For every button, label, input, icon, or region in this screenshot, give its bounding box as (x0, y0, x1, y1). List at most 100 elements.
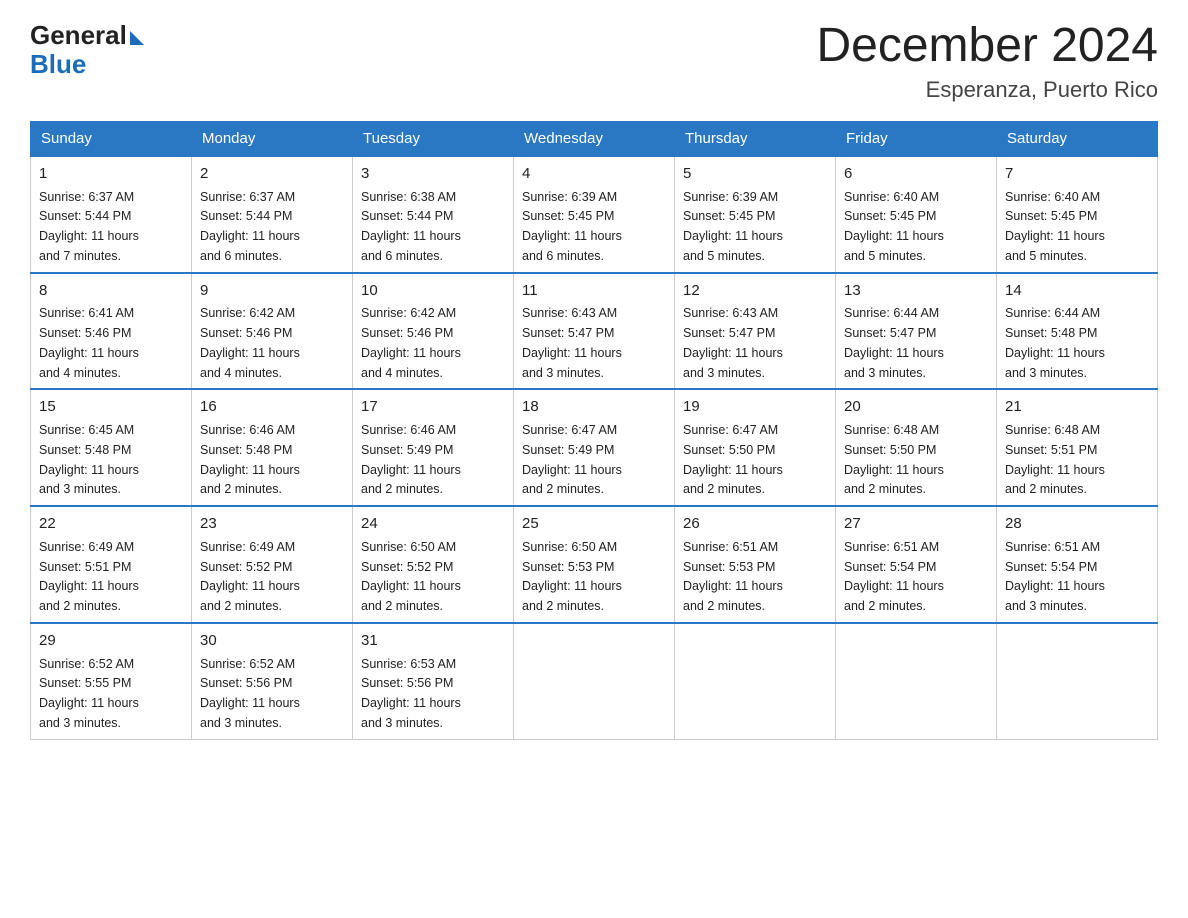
day-info: Sunrise: 6:39 AMSunset: 5:45 PMDaylight:… (522, 190, 622, 263)
calendar-cell: 1 Sunrise: 6:37 AMSunset: 5:44 PMDayligh… (31, 156, 192, 273)
day-number: 9 (200, 280, 344, 302)
calendar-cell: 22 Sunrise: 6:49 AMSunset: 5:51 PMDaylig… (31, 506, 192, 623)
calendar-week-row: 29 Sunrise: 6:52 AMSunset: 5:55 PMDaylig… (31, 623, 1158, 739)
day-number: 12 (683, 280, 827, 302)
calendar-cell: 9 Sunrise: 6:42 AMSunset: 5:46 PMDayligh… (192, 273, 353, 390)
calendar-cell: 4 Sunrise: 6:39 AMSunset: 5:45 PMDayligh… (514, 156, 675, 273)
day-number: 22 (39, 513, 183, 535)
day-info: Sunrise: 6:52 AMSunset: 5:55 PMDaylight:… (39, 657, 139, 730)
calendar-cell (836, 623, 997, 739)
calendar-week-row: 1 Sunrise: 6:37 AMSunset: 5:44 PMDayligh… (31, 156, 1158, 273)
day-info: Sunrise: 6:40 AMSunset: 5:45 PMDaylight:… (1005, 190, 1105, 263)
day-number: 26 (683, 513, 827, 535)
calendar-cell: 6 Sunrise: 6:40 AMSunset: 5:45 PMDayligh… (836, 156, 997, 273)
location-title: Esperanza, Puerto Rico (816, 77, 1158, 103)
calendar-cell: 3 Sunrise: 6:38 AMSunset: 5:44 PMDayligh… (353, 156, 514, 273)
day-info: Sunrise: 6:43 AMSunset: 5:47 PMDaylight:… (683, 306, 783, 379)
day-number: 11 (522, 280, 666, 302)
weekday-header-friday: Friday (836, 121, 997, 156)
weekday-header-tuesday: Tuesday (353, 121, 514, 156)
logo: General Blue (30, 20, 144, 80)
calendar-week-row: 22 Sunrise: 6:49 AMSunset: 5:51 PMDaylig… (31, 506, 1158, 623)
day-number: 3 (361, 163, 505, 185)
day-number: 2 (200, 163, 344, 185)
weekday-header-wednesday: Wednesday (514, 121, 675, 156)
day-number: 15 (39, 396, 183, 418)
calendar-cell: 20 Sunrise: 6:48 AMSunset: 5:50 PMDaylig… (836, 389, 997, 506)
day-number: 7 (1005, 163, 1149, 185)
day-info: Sunrise: 6:37 AMSunset: 5:44 PMDaylight:… (200, 190, 300, 263)
day-number: 27 (844, 513, 988, 535)
day-info: Sunrise: 6:51 AMSunset: 5:53 PMDaylight:… (683, 540, 783, 613)
day-info: Sunrise: 6:44 AMSunset: 5:48 PMDaylight:… (1005, 306, 1105, 379)
day-info: Sunrise: 6:40 AMSunset: 5:45 PMDaylight:… (844, 190, 944, 263)
title-section: December 2024 Esperanza, Puerto Rico (816, 20, 1158, 103)
day-info: Sunrise: 6:50 AMSunset: 5:52 PMDaylight:… (361, 540, 461, 613)
day-number: 10 (361, 280, 505, 302)
day-number: 20 (844, 396, 988, 418)
calendar-cell: 7 Sunrise: 6:40 AMSunset: 5:45 PMDayligh… (997, 156, 1158, 273)
weekday-header-thursday: Thursday (675, 121, 836, 156)
day-number: 30 (200, 630, 344, 652)
day-number: 21 (1005, 396, 1149, 418)
day-info: Sunrise: 6:42 AMSunset: 5:46 PMDaylight:… (361, 306, 461, 379)
calendar-cell: 12 Sunrise: 6:43 AMSunset: 5:47 PMDaylig… (675, 273, 836, 390)
day-number: 16 (200, 396, 344, 418)
day-info: Sunrise: 6:42 AMSunset: 5:46 PMDaylight:… (200, 306, 300, 379)
logo-arrow-icon (130, 31, 144, 45)
day-info: Sunrise: 6:46 AMSunset: 5:48 PMDaylight:… (200, 423, 300, 496)
day-info: Sunrise: 6:48 AMSunset: 5:50 PMDaylight:… (844, 423, 944, 496)
calendar-cell: 13 Sunrise: 6:44 AMSunset: 5:47 PMDaylig… (836, 273, 997, 390)
calendar-cell: 15 Sunrise: 6:45 AMSunset: 5:48 PMDaylig… (31, 389, 192, 506)
day-info: Sunrise: 6:49 AMSunset: 5:52 PMDaylight:… (200, 540, 300, 613)
calendar-cell: 29 Sunrise: 6:52 AMSunset: 5:55 PMDaylig… (31, 623, 192, 739)
day-number: 14 (1005, 280, 1149, 302)
weekday-header-row: SundayMondayTuesdayWednesdayThursdayFrid… (31, 121, 1158, 156)
logo-general-text: General (30, 20, 127, 51)
day-info: Sunrise: 6:44 AMSunset: 5:47 PMDaylight:… (844, 306, 944, 379)
day-info: Sunrise: 6:51 AMSunset: 5:54 PMDaylight:… (844, 540, 944, 613)
calendar-cell: 11 Sunrise: 6:43 AMSunset: 5:47 PMDaylig… (514, 273, 675, 390)
day-info: Sunrise: 6:43 AMSunset: 5:47 PMDaylight:… (522, 306, 622, 379)
calendar-week-row: 15 Sunrise: 6:45 AMSunset: 5:48 PMDaylig… (31, 389, 1158, 506)
calendar-cell (675, 623, 836, 739)
day-number: 18 (522, 396, 666, 418)
page-header: General Blue December 2024 Esperanza, Pu… (30, 20, 1158, 103)
day-info: Sunrise: 6:49 AMSunset: 5:51 PMDaylight:… (39, 540, 139, 613)
day-info: Sunrise: 6:52 AMSunset: 5:56 PMDaylight:… (200, 657, 300, 730)
calendar-cell: 31 Sunrise: 6:53 AMSunset: 5:56 PMDaylig… (353, 623, 514, 739)
day-number: 31 (361, 630, 505, 652)
day-number: 5 (683, 163, 827, 185)
weekday-header-saturday: Saturday (997, 121, 1158, 156)
calendar-cell: 30 Sunrise: 6:52 AMSunset: 5:56 PMDaylig… (192, 623, 353, 739)
day-info: Sunrise: 6:53 AMSunset: 5:56 PMDaylight:… (361, 657, 461, 730)
day-number: 19 (683, 396, 827, 418)
day-info: Sunrise: 6:47 AMSunset: 5:49 PMDaylight:… (522, 423, 622, 496)
calendar-cell: 24 Sunrise: 6:50 AMSunset: 5:52 PMDaylig… (353, 506, 514, 623)
day-number: 28 (1005, 513, 1149, 535)
calendar-table: SundayMondayTuesdayWednesdayThursdayFrid… (30, 121, 1158, 740)
calendar-cell: 2 Sunrise: 6:37 AMSunset: 5:44 PMDayligh… (192, 156, 353, 273)
day-info: Sunrise: 6:37 AMSunset: 5:44 PMDaylight:… (39, 190, 139, 263)
calendar-cell: 21 Sunrise: 6:48 AMSunset: 5:51 PMDaylig… (997, 389, 1158, 506)
weekday-header-sunday: Sunday (31, 121, 192, 156)
calendar-cell: 17 Sunrise: 6:46 AMSunset: 5:49 PMDaylig… (353, 389, 514, 506)
calendar-week-row: 8 Sunrise: 6:41 AMSunset: 5:46 PMDayligh… (31, 273, 1158, 390)
logo-blue-text: Blue (30, 49, 86, 80)
calendar-cell: 8 Sunrise: 6:41 AMSunset: 5:46 PMDayligh… (31, 273, 192, 390)
day-info: Sunrise: 6:47 AMSunset: 5:50 PMDaylight:… (683, 423, 783, 496)
weekday-header-monday: Monday (192, 121, 353, 156)
day-info: Sunrise: 6:46 AMSunset: 5:49 PMDaylight:… (361, 423, 461, 496)
calendar-cell: 27 Sunrise: 6:51 AMSunset: 5:54 PMDaylig… (836, 506, 997, 623)
calendar-cell: 16 Sunrise: 6:46 AMSunset: 5:48 PMDaylig… (192, 389, 353, 506)
day-info: Sunrise: 6:39 AMSunset: 5:45 PMDaylight:… (683, 190, 783, 263)
calendar-cell: 19 Sunrise: 6:47 AMSunset: 5:50 PMDaylig… (675, 389, 836, 506)
day-number: 4 (522, 163, 666, 185)
day-number: 23 (200, 513, 344, 535)
day-info: Sunrise: 6:41 AMSunset: 5:46 PMDaylight:… (39, 306, 139, 379)
day-number: 17 (361, 396, 505, 418)
day-number: 8 (39, 280, 183, 302)
calendar-cell: 14 Sunrise: 6:44 AMSunset: 5:48 PMDaylig… (997, 273, 1158, 390)
day-info: Sunrise: 6:38 AMSunset: 5:44 PMDaylight:… (361, 190, 461, 263)
day-number: 13 (844, 280, 988, 302)
